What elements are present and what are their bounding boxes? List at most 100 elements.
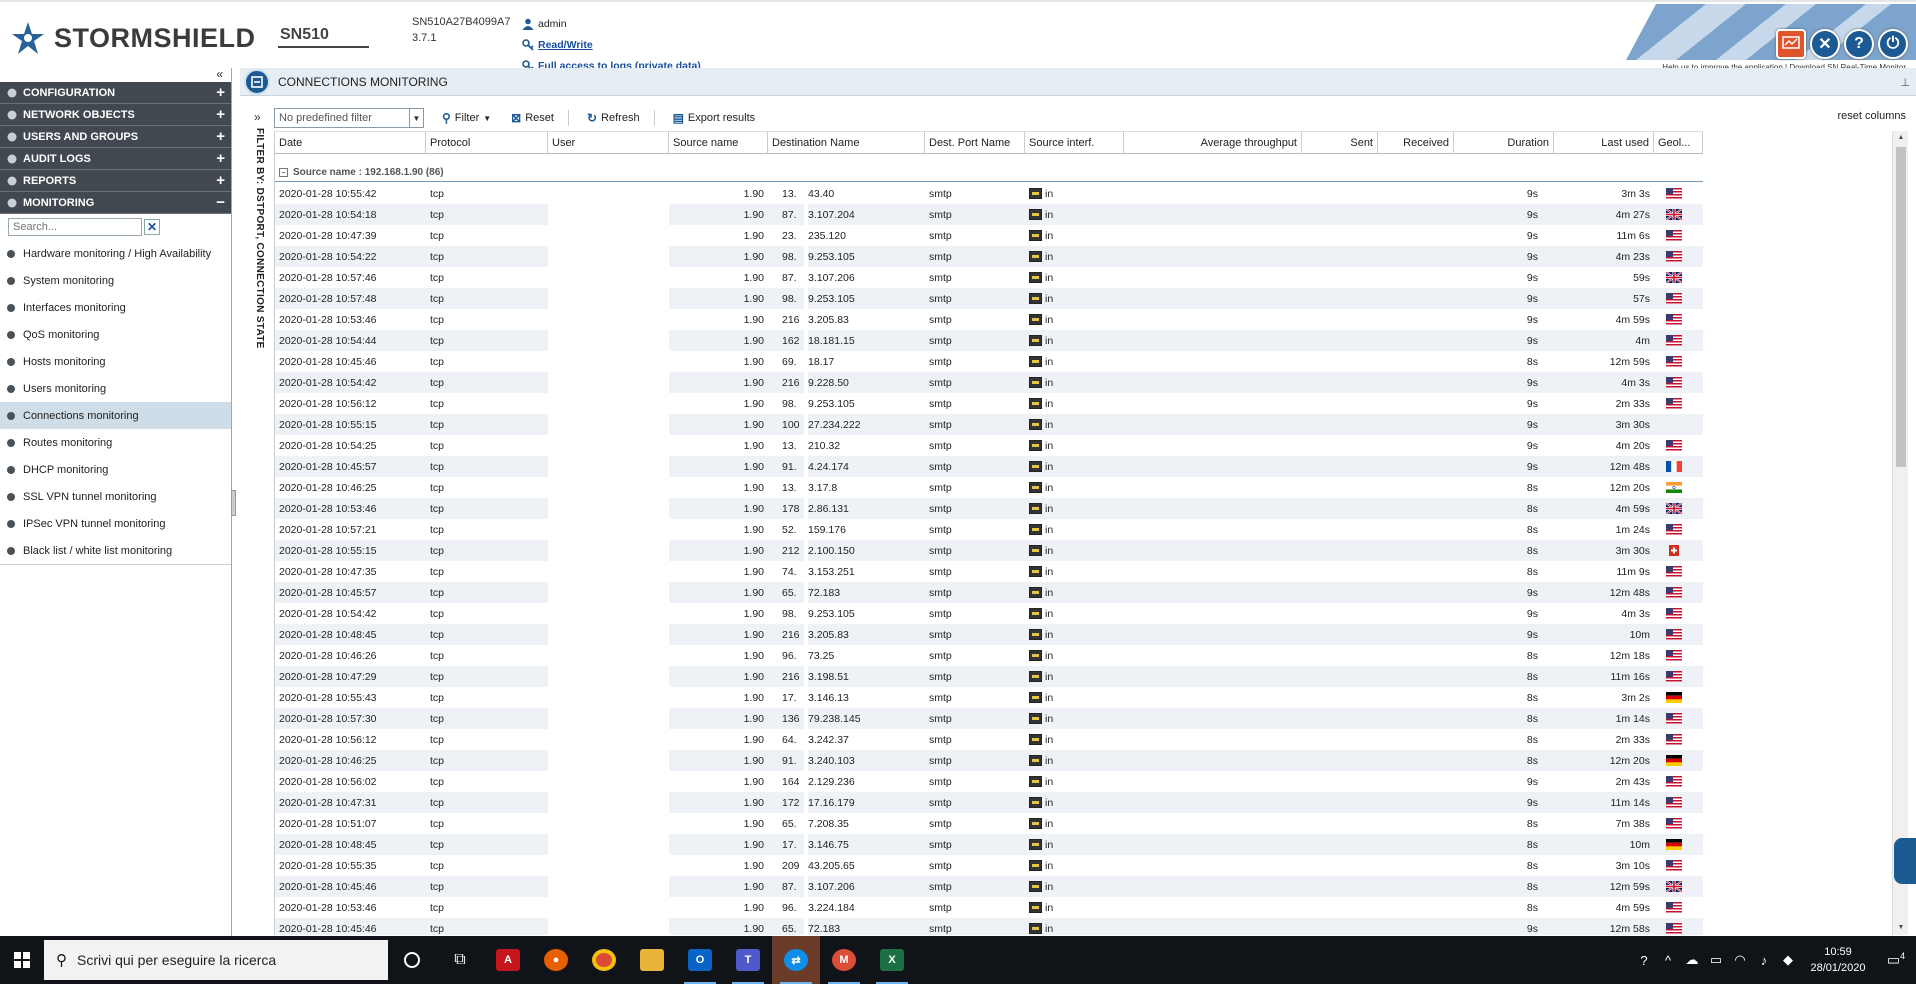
taskbar-pdf[interactable]: A: [484, 936, 532, 984]
taskbar-chrome-profile[interactable]: M: [820, 936, 868, 984]
table-row[interactable]: 2020-01-28 10:47:31 tcp 1.90 172 17.16.179 sm…: [275, 792, 1703, 813]
table-row[interactable]: 2020-01-28 10:45:46 tcp 1.90 65. 72.183 smtp i…: [275, 918, 1703, 935]
expand-toggle-icon[interactable]: −: [216, 194, 225, 211]
column-header-last-used[interactable]: Last used: [1554, 132, 1654, 154]
taskbar-firefox[interactable]: ●: [532, 936, 580, 984]
nav-section-network-objects[interactable]: NETWORK OBJECTS +: [0, 104, 231, 126]
expand-toggle-icon[interactable]: +: [216, 128, 225, 145]
nav-section-monitoring[interactable]: MONITORING −: [0, 192, 231, 214]
table-row[interactable]: 2020-01-28 10:53:46 tcp 1.90 178 2.86.131 smt…: [275, 498, 1703, 519]
table-row[interactable]: 2020-01-28 10:56:12 tcp 1.90 64. 3.242.37 smt…: [275, 729, 1703, 750]
nav-section-audit-logs[interactable]: AUDIT LOGS +: [0, 148, 231, 170]
sidebar-item-connections-monitoring[interactable]: Connections monitoring: [0, 402, 231, 429]
column-header-duration[interactable]: Duration: [1454, 132, 1554, 154]
wifi-icon[interactable]: ◠: [1728, 952, 1752, 968]
table-row[interactable]: 2020-01-28 10:46:25 tcp 1.90 91. 3.240.103 sm…: [275, 750, 1703, 771]
sidebar-collapse-button[interactable]: «: [0, 68, 231, 82]
export-button[interactable]: ▤ Export results: [671, 108, 758, 128]
reset-columns-link[interactable]: reset columns: [1838, 110, 1906, 122]
vertical-scrollbar[interactable]: ▲ ▼: [1892, 131, 1908, 935]
scroll-up-icon[interactable]: ▲: [1893, 131, 1908, 145]
nav-section-configuration[interactable]: CONFIGURATION +: [0, 82, 231, 104]
start-button[interactable]: [0, 936, 44, 984]
sidebar-item-interfaces-monitoring[interactable]: Interfaces monitoring: [0, 294, 231, 321]
realtime-monitor-button[interactable]: [1776, 29, 1806, 59]
table-row[interactable]: 2020-01-28 10:51:07 tcp 1.90 65. 7.208.35 smt…: [275, 813, 1703, 834]
sidebar-item-black-list-white-list-monitoring[interactable]: Black list / white list monitoring: [0, 537, 231, 564]
table-row[interactable]: 2020-01-28 10:55:35 tcp 1.90 209 43.205.65 sm…: [275, 855, 1703, 876]
dropbox-icon[interactable]: ◆: [1776, 952, 1800, 968]
table-row[interactable]: 2020-01-28 10:54:42 tcp 1.90 216 9.228.50 smt…: [275, 372, 1703, 393]
logout-button[interactable]: ⏻: [1878, 29, 1908, 59]
table-row[interactable]: 2020-01-28 10:46:25 tcp 1.90 13. 3.17.8 smtp i…: [275, 477, 1703, 498]
cortana-button[interactable]: [388, 936, 436, 984]
table-row[interactable]: 2020-01-28 10:54:44 tcp 1.90 162 18.181.15 sm…: [275, 330, 1703, 351]
table-row[interactable]: 2020-01-28 10:45:46 tcp 1.90 69. 18.17 smtp in…: [275, 351, 1703, 372]
expand-filter-icon[interactable]: »: [254, 110, 268, 124]
collapse-group-icon[interactable]: −: [279, 167, 288, 177]
nav-section-users-and-groups[interactable]: USERS AND GROUPS +: [0, 126, 231, 148]
sidebar-item-users-monitoring[interactable]: Users monitoring: [0, 375, 231, 402]
volume-icon[interactable]: ♪: [1752, 953, 1776, 968]
chevron-up-icon[interactable]: ^: [1656, 953, 1680, 968]
sidebar-item-routes-monitoring[interactable]: Routes monitoring: [0, 429, 231, 456]
table-row[interactable]: 2020-01-28 10:46:26 tcp 1.90 96. 73.25 smtp in…: [275, 645, 1703, 666]
pin-icon[interactable]: ⊥: [1900, 76, 1910, 89]
predefined-filter-select[interactable]: No predefined filter ▼: [274, 108, 424, 128]
column-header-source-name[interactable]: Source name: [669, 132, 768, 154]
expand-toggle-icon[interactable]: +: [216, 150, 225, 167]
taskbar-search-box[interactable]: ⚲ Scrivi qui per eseguire la ricerca: [44, 940, 388, 980]
sidebar-item-hosts-monitoring[interactable]: Hosts monitoring: [0, 348, 231, 375]
expand-toggle-icon[interactable]: +: [216, 106, 225, 123]
sidebar-resize-handle[interactable]: [231, 490, 236, 516]
table-row[interactable]: 2020-01-28 10:57:30 tcp 1.90 136 79.238.145 s…: [275, 708, 1703, 729]
taskbar-outlook[interactable]: O: [676, 936, 724, 984]
table-row[interactable]: 2020-01-28 10:55:15 tcp 1.90 100 27.234.222 s…: [275, 414, 1703, 435]
sidebar-item-dhcp-monitoring[interactable]: DHCP monitoring: [0, 456, 231, 483]
expand-toggle-icon[interactable]: +: [216, 172, 225, 189]
column-header-date[interactable]: Date: [275, 132, 426, 154]
table-row[interactable]: 2020-01-28 10:57:46 tcp 1.90 87. 3.107.206 sm…: [275, 267, 1703, 288]
tools-button[interactable]: ✕: [1810, 29, 1840, 59]
table-row[interactable]: 2020-01-28 10:48:45 tcp 1.90 216 3.205.83 smt…: [275, 624, 1703, 645]
taskbar-teamviewer[interactable]: ⇄: [772, 936, 820, 984]
column-header-source-interface[interactable]: Source interf.: [1025, 132, 1124, 154]
table-row[interactable]: 2020-01-28 10:54:22 tcp 1.90 98. 9.253.105 sm…: [275, 246, 1703, 267]
side-panel-tab[interactable]: [1894, 838, 1916, 884]
sidebar-item-hardware-monitoring-high-availability[interactable]: Hardware monitoring / High Availability: [0, 240, 231, 267]
table-row[interactable]: 2020-01-28 10:56:12 tcp 1.90 98. 9.253.105 sm…: [275, 393, 1703, 414]
sidebar-item-system-monitoring[interactable]: System monitoring: [0, 267, 231, 294]
table-row[interactable]: 2020-01-28 10:55:43 tcp 1.90 17. 3.146.13 smt…: [275, 687, 1703, 708]
column-header-dest-port[interactable]: Dest. Port Name: [925, 132, 1025, 154]
table-row[interactable]: 2020-01-28 10:47:39 tcp 1.90 23. 235.120 smtp…: [275, 225, 1703, 246]
table-row[interactable]: 2020-01-28 10:47:29 tcp 1.90 216 3.198.51 smt…: [275, 666, 1703, 687]
sidebar-item-qos-monitoring[interactable]: QoS monitoring: [0, 321, 231, 348]
nav-section-reports[interactable]: REPORTS +: [0, 170, 231, 192]
table-row[interactable]: 2020-01-28 10:45:57 tcp 1.90 65. 72.183 smtp i…: [275, 582, 1703, 603]
help-button[interactable]: ?: [1844, 29, 1874, 59]
column-header-received[interactable]: Received: [1378, 132, 1454, 154]
table-row[interactable]: 2020-01-28 10:45:46 tcp 1.90 87. 3.107.206 sm…: [275, 876, 1703, 897]
chevron-down-icon[interactable]: ▼: [409, 109, 423, 127]
filter-button[interactable]: ⚲ Filter ▼: [440, 108, 493, 128]
column-header-user[interactable]: User: [548, 132, 669, 154]
table-row[interactable]: 2020-01-28 10:47:35 tcp 1.90 74. 3.153.251 sm…: [275, 561, 1703, 582]
taskbar-clock[interactable]: 10:59 28/01/2020: [1800, 944, 1876, 976]
table-row[interactable]: 2020-01-28 10:48:45 tcp 1.90 17. 3.146.75 smt…: [275, 834, 1703, 855]
table-row[interactable]: 2020-01-28 10:45:57 tcp 1.90 91. 4.24.174 smt…: [275, 456, 1703, 477]
table-row[interactable]: 2020-01-28 10:57:21 tcp 1.90 52. 159.176 smtp…: [275, 519, 1703, 540]
table-row[interactable]: 2020-01-28 10:54:42 tcp 1.90 98. 9.253.105 sm…: [275, 603, 1703, 624]
group-header-row[interactable]: − Source name : 192.168.1.90 (86): [275, 163, 1703, 182]
search-input[interactable]: [8, 218, 142, 236]
scroll-down-icon[interactable]: ▼: [1893, 921, 1908, 935]
scrollbar-thumb[interactable]: [1896, 147, 1906, 467]
table-row[interactable]: 2020-01-28 10:55:15 tcp 1.90 212 2.100.150 sm…: [275, 540, 1703, 561]
battery-icon[interactable]: ▭: [1704, 952, 1728, 968]
refresh-button[interactable]: ↻ Refresh: [585, 108, 642, 128]
taskbar-chrome[interactable]: [580, 936, 628, 984]
help-tray-icon[interactable]: ?: [1632, 953, 1656, 968]
column-header-geolocation[interactable]: Geol...: [1654, 132, 1703, 154]
taskbar-teams[interactable]: T: [724, 936, 772, 984]
clear-search-button[interactable]: ✕: [144, 219, 160, 235]
table-row[interactable]: 2020-01-28 10:55:42 tcp 1.90 13. 43.40 smtp in…: [275, 183, 1703, 204]
